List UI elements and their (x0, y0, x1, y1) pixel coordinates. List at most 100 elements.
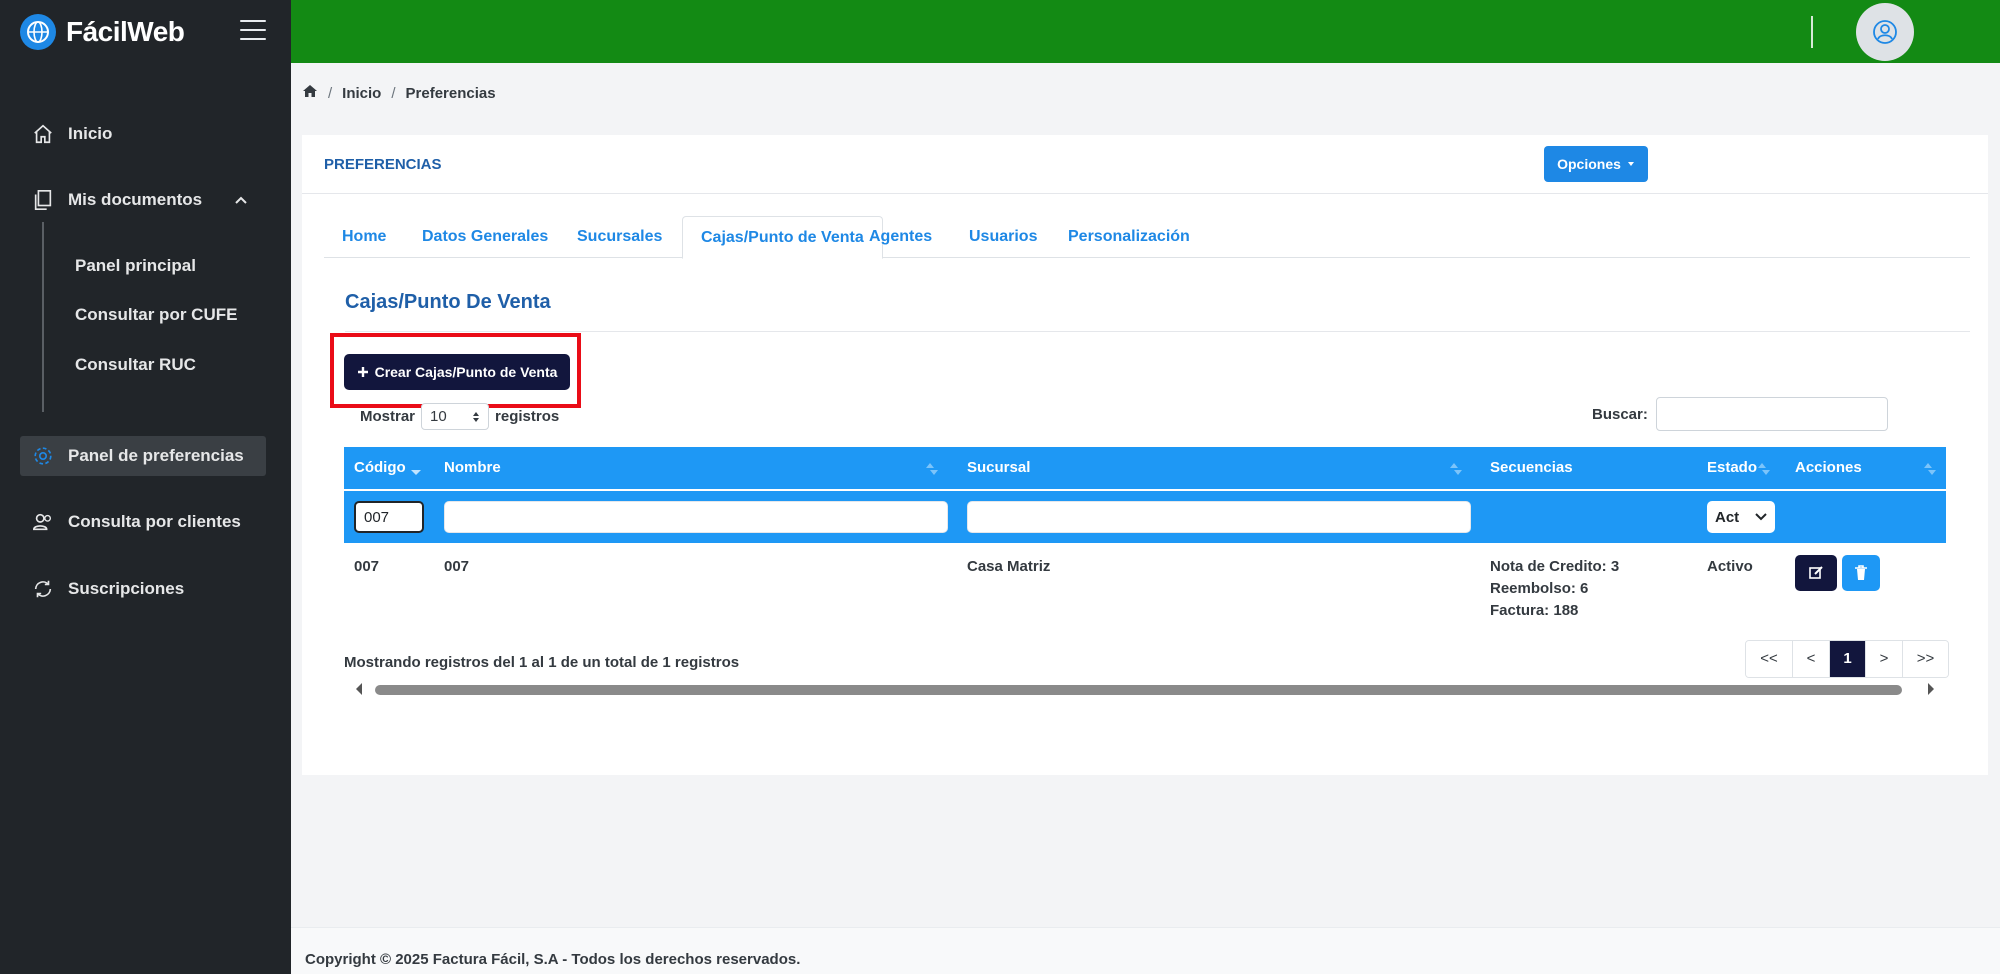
topbar (291, 0, 2000, 63)
edit-icon (1809, 566, 1823, 579)
gear-icon (30, 443, 56, 469)
submenu-item-panel-principal[interactable]: Panel principal (75, 256, 196, 276)
brand-name: FácilWeb (66, 16, 185, 47)
topbar-divider (1811, 16, 1813, 48)
users-icon (30, 509, 56, 535)
page-next-button[interactable]: > (1866, 641, 1903, 677)
section-divider (345, 331, 1970, 332)
cell-secuencias: Nota de Credito: 3 Reembolso: 6 Factura:… (1490, 556, 1619, 622)
cell-estado: Activo (1707, 558, 1753, 575)
options-label: Opciones (1557, 156, 1621, 172)
delete-button[interactable] (1842, 555, 1880, 591)
caret-down-icon (1627, 162, 1634, 166)
avatar[interactable] (1856, 3, 1914, 61)
sidebar-item-label: Suscripciones (68, 579, 185, 598)
search-label: Buscar: (1592, 405, 1648, 423)
sidebar: FácilWeb Inicio Mis documentos Panel pri… (0, 0, 291, 974)
plus-icon (357, 367, 368, 377)
page-last-button[interactable]: >> (1903, 641, 1948, 677)
submenu-item-consultar-ruc[interactable]: Consultar RUC (75, 355, 196, 375)
breadcrumb: / Inicio / Preferencias (302, 84, 496, 102)
tab-home[interactable]: Home (324, 216, 404, 258)
tab-agentes[interactable]: Agentes (851, 216, 950, 258)
sort-icon (926, 463, 938, 475)
breadcrumb-separator: / (391, 84, 396, 102)
tabs: Home Datos Generales Sucursales Cajas/Pu… (324, 216, 1970, 259)
column-header-nombre[interactable]: Nombre (444, 447, 501, 489)
sidebar-item-panel-preferencias[interactable]: Panel de preferencias (20, 436, 266, 476)
column-header-acciones: Acciones (1795, 459, 1862, 476)
tab-usuarios[interactable]: Usuarios (951, 216, 1055, 258)
cell-sucursal: Casa Matriz (967, 558, 1051, 575)
sort-desc-icon (411, 470, 421, 475)
sort-icon (1450, 463, 1462, 475)
sidebar-item-label: Consulta por clientes (68, 512, 241, 531)
sequence-line: Factura: 188 (1490, 602, 1579, 619)
sidebar-item-mis-documentos[interactable]: Mis documentos (20, 180, 266, 220)
card-title: PREFERENCIAS (324, 156, 442, 173)
cell-codigo: 007 (354, 558, 380, 575)
page-length-select[interactable]: 10 (421, 403, 490, 430)
scroll-right-arrow-icon[interactable] (1926, 682, 1936, 701)
submenu-item-consultar-cufe[interactable]: Consultar por CUFE (75, 305, 237, 325)
horizontal-scrollbar[interactable] (375, 685, 1902, 695)
chevron-up-icon (234, 192, 248, 212)
documents-icon (30, 187, 56, 213)
column-header-estado[interactable]: Estado (1707, 447, 1757, 489)
page-length-control: Mostrar 10 registros (360, 403, 559, 430)
options-button[interactable]: Opciones (1544, 146, 1648, 182)
estado-filter-value: Act (1715, 508, 1740, 526)
sidebar-item-label: Mis documentos (68, 190, 203, 209)
sort-arrows-icon (473, 411, 480, 422)
sidebar-item-label: Inicio (68, 124, 113, 143)
estado-filter-select[interactable]: Act (1707, 501, 1775, 533)
search-control: Buscar: (1592, 397, 1888, 431)
breadcrumb-current: Preferencias (405, 84, 496, 102)
menu-toggle-icon[interactable] (240, 20, 266, 40)
page-prev-button[interactable]: < (1793, 641, 1830, 677)
refresh-icon (30, 576, 56, 602)
breadcrumb-separator: / (328, 84, 333, 102)
sidebar-item-inicio[interactable]: Inicio (20, 114, 266, 154)
sidebar-item-suscripciones[interactable]: Suscripciones (20, 569, 266, 609)
submenu-line (42, 222, 44, 412)
tab-sucursales[interactable]: Sucursales (559, 216, 680, 258)
sort-icon (1758, 463, 1770, 475)
brand[interactable]: FácilWeb (20, 14, 185, 50)
page-length-value: 10 (430, 408, 447, 425)
section-title: Cajas/Punto De Venta (345, 291, 551, 313)
edit-button[interactable] (1795, 555, 1837, 591)
filter-row: 007 Act (344, 491, 1946, 543)
records-label: registros (495, 408, 560, 425)
column-header-codigo[interactable]: Código (354, 447, 406, 489)
column-header-sucursal[interactable]: Sucursal (967, 447, 1030, 489)
breadcrumb-home[interactable]: Inicio (342, 85, 381, 102)
search-input[interactable] (1655, 397, 1888, 431)
pagination: << < 1 > >> (1745, 640, 1949, 678)
sidebar-item-consulta-clientes[interactable]: Consulta por clientes (20, 502, 266, 542)
show-label: Mostrar (360, 408, 416, 425)
column-header-secuencias: Secuencias (1490, 459, 1573, 476)
sequence-line: Reembolso: 6 (1490, 580, 1589, 597)
sucursal-filter-input[interactable] (967, 501, 1471, 533)
card-header: PREFERENCIAS (302, 135, 1988, 194)
chevron-down-icon (1755, 513, 1767, 521)
tab-datos-generales[interactable]: Datos Generales (404, 216, 566, 258)
cell-nombre: 007 (444, 558, 470, 575)
create-caja-button[interactable]: Crear Cajas/Punto de Venta (344, 354, 570, 390)
nombre-filter-input[interactable] (444, 501, 948, 533)
create-label: Crear Cajas/Punto de Venta (374, 364, 558, 380)
page-first-button[interactable]: << (1746, 641, 1793, 677)
scroll-left-arrow-icon[interactable] (354, 682, 364, 701)
page-current-button[interactable]: 1 (1830, 641, 1866, 677)
codigo-filter-input[interactable]: 007 (354, 501, 424, 533)
table-info: Mostrando registros del 1 al 1 de un tot… (344, 654, 740, 671)
sort-icon (1924, 463, 1936, 475)
tab-personalizacion[interactable]: Personalización (1050, 216, 1208, 258)
sidebar-item-label: Panel de preferencias (68, 446, 244, 465)
sequence-line: Nota de Credito: 3 (1490, 558, 1620, 575)
user-icon (1873, 20, 1897, 44)
footer-text: Copyright © 2025 Factura Fácil, S.A - To… (305, 951, 801, 968)
home-icon[interactable] (302, 84, 318, 102)
home-icon (30, 121, 56, 147)
